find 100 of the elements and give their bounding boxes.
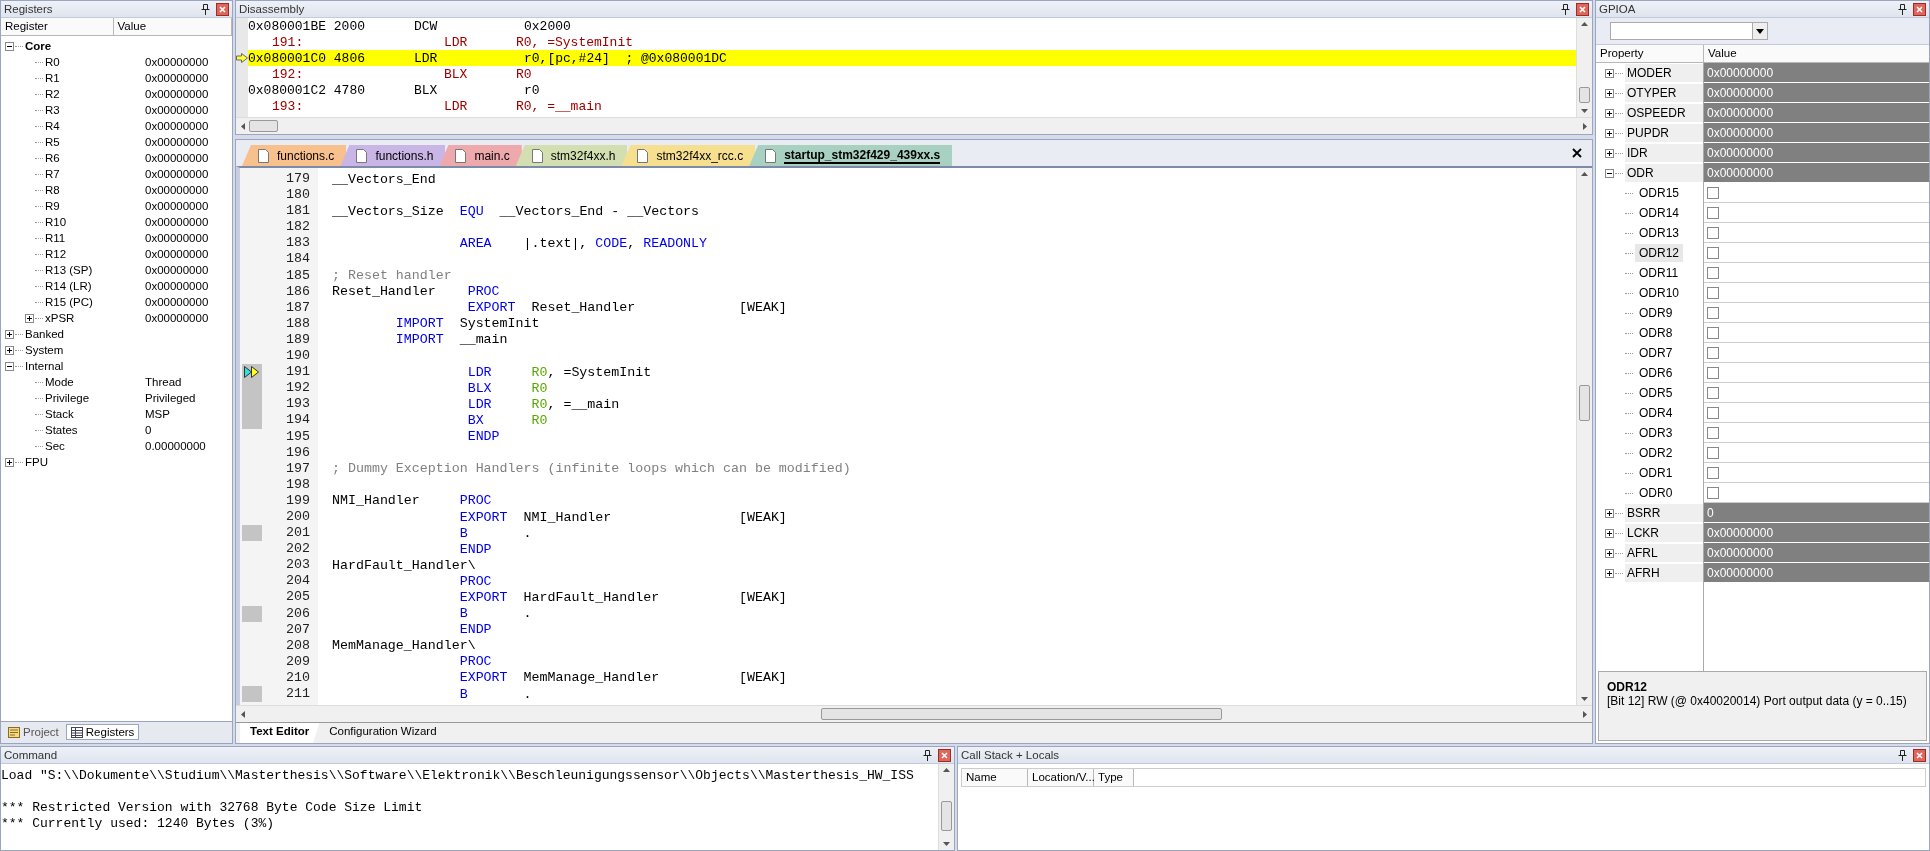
code-line: ; Dummy Exception Handlers (infinite loops which can be modified) (331, 461, 851, 477)
register-name: R7 (45, 168, 60, 180)
line-number: 206 (285, 605, 311, 622)
line-number: 184 (285, 251, 311, 268)
property-value[interactable]: 0x00000000 (1704, 123, 1929, 143)
line-number: 193 (285, 396, 311, 413)
property-value[interactable]: 0x00000000 (1704, 163, 1929, 183)
property-name[interactable]: ODR15 (1635, 184, 1683, 202)
property-name[interactable]: ODR0 (1635, 484, 1677, 502)
description-text: [Bit 12] RW (@ 0x40020014) Port output data (y = 0..15) (1607, 694, 1908, 708)
column-header[interactable]: Type (1094, 769, 1134, 786)
property-name[interactable]: OSPEEDR (1625, 104, 1703, 122)
line-number: 207 (285, 621, 311, 638)
line-number: 204 (285, 573, 311, 590)
register-name: R13 (SP) (45, 264, 93, 276)
property-value[interactable]: 0x00000000 (1704, 143, 1929, 163)
column-header[interactable]: Property (1596, 45, 1704, 62)
line-number: 189 (285, 331, 311, 349)
property-value[interactable]: 0x00000000 (1704, 543, 1929, 563)
file-tab[interactable]: functions.c (242, 145, 347, 166)
property-name[interactable]: ODR11 (1635, 264, 1683, 282)
code-line: B . (458, 606, 532, 622)
property-value[interactable]: 0x00000000 (1704, 523, 1929, 543)
file-tab[interactable]: stm32f4xx.h (515, 145, 628, 166)
property-name[interactable]: ODR4 (1635, 404, 1677, 422)
code-line: BLX R0 (466, 380, 548, 396)
property-name[interactable]: ODR9 (1635, 304, 1677, 322)
code-line: PROC (458, 654, 492, 670)
code-line: B . (458, 686, 532, 702)
property-name[interactable]: MODER (1625, 64, 1703, 82)
property-name[interactable]: ODR7 (1635, 344, 1677, 362)
code-line: LDR R0, =SystemInit (466, 364, 652, 380)
code-line: EXPORT HardFault_Handler [WEAK] (458, 590, 787, 605)
register-value: 0x00000000 (145, 104, 209, 116)
register-name: Stack (45, 408, 74, 420)
register-name: States (45, 424, 78, 436)
property-name[interactable]: ODR1 (1635, 464, 1677, 482)
view-tab[interactable]: Configuration Wizard (319, 723, 447, 743)
line-number: 210 (285, 669, 311, 686)
line-number: 209 (285, 653, 311, 670)
property-value[interactable]: 0x00000000 (1704, 103, 1929, 123)
line-number: 182 (285, 219, 311, 236)
line-number: 179 (285, 171, 311, 188)
property-name[interactable]: ODR12 (1635, 244, 1683, 262)
column-header[interactable]: Register (1, 18, 114, 35)
register-name: Sec (45, 440, 65, 452)
code-line: __Vectors_End (331, 171, 436, 187)
property-name[interactable]: IDR (1625, 144, 1703, 162)
property-name[interactable]: ODR13 (1635, 224, 1683, 242)
property-name[interactable]: LCKR (1625, 524, 1703, 542)
register-value: MSP (145, 408, 170, 420)
line-number: 190 (285, 348, 311, 365)
file-tab[interactable]: main.c (439, 145, 522, 166)
file-tab[interactable]: stm32f4xx_rcc.c (621, 145, 756, 166)
register-name: R2 (45, 88, 60, 100)
register-value: Thread (145, 376, 182, 388)
disassembly-line: 192: BLX R0 (271, 66, 533, 82)
code-line: ENDP (466, 429, 500, 445)
column-header[interactable]: Name (962, 769, 1028, 786)
property-value[interactable]: 0x00000000 (1704, 563, 1929, 583)
property-name[interactable]: BSRR (1625, 504, 1703, 522)
property-name[interactable]: ODR (1625, 164, 1703, 182)
panel-title: Registers (4, 3, 53, 15)
column-header[interactable]: Value (1704, 45, 1929, 62)
property-value[interactable]: 0x00000000 (1704, 83, 1929, 103)
register-name: Core (25, 40, 52, 52)
property-value[interactable]: 0 (1704, 503, 1929, 523)
panel-tab[interactable]: Project (3, 724, 64, 740)
line-number: 191 (285, 364, 311, 381)
property-name[interactable]: ODR6 (1635, 364, 1677, 382)
panel-tab[interactable]: Registers (65, 724, 140, 740)
register-value: 0x00000000 (145, 136, 209, 148)
register-name: R12 (45, 248, 67, 260)
property-name[interactable]: ODR3 (1635, 424, 1677, 442)
file-tab[interactable]: startup_stm32f429_439xx.s (749, 145, 953, 166)
property-name[interactable]: ODR10 (1635, 284, 1683, 302)
property-name[interactable]: ODR5 (1635, 384, 1677, 402)
panel-title: Disassembly (239, 3, 305, 15)
property-name[interactable]: ODR14 (1635, 204, 1683, 222)
property-value[interactable]: 0x00000000 (1704, 63, 1929, 83)
register-value: Privileged (145, 392, 196, 404)
line-number: 195 (285, 428, 311, 445)
view-tab[interactable]: Text Editor (240, 723, 320, 743)
column-header[interactable]: Value (113, 18, 232, 35)
column-header[interactable]: Location/V... (1028, 769, 1094, 786)
property-name[interactable]: PUPDR (1625, 124, 1703, 142)
line-number: 185 (285, 267, 311, 284)
register-value: 0x00000000 (145, 296, 209, 308)
register-name: System (25, 344, 64, 356)
property-name[interactable]: AFRH (1625, 564, 1703, 582)
property-name[interactable]: ODR8 (1635, 324, 1677, 342)
register-value: 0x00000000 (145, 232, 209, 244)
register-value: 0x00000000 (145, 168, 209, 180)
code-line: NMI_Handler PROC (331, 493, 492, 509)
file-tab[interactable]: functions.h (340, 145, 446, 166)
property-name[interactable]: AFRL (1625, 544, 1703, 562)
property-name[interactable]: ODR2 (1635, 444, 1677, 462)
code-line: EXPORT MemManage_Handler [WEAK] (458, 670, 787, 686)
line-number: 192 (285, 380, 311, 397)
property-name[interactable]: OTYPER (1625, 84, 1703, 102)
